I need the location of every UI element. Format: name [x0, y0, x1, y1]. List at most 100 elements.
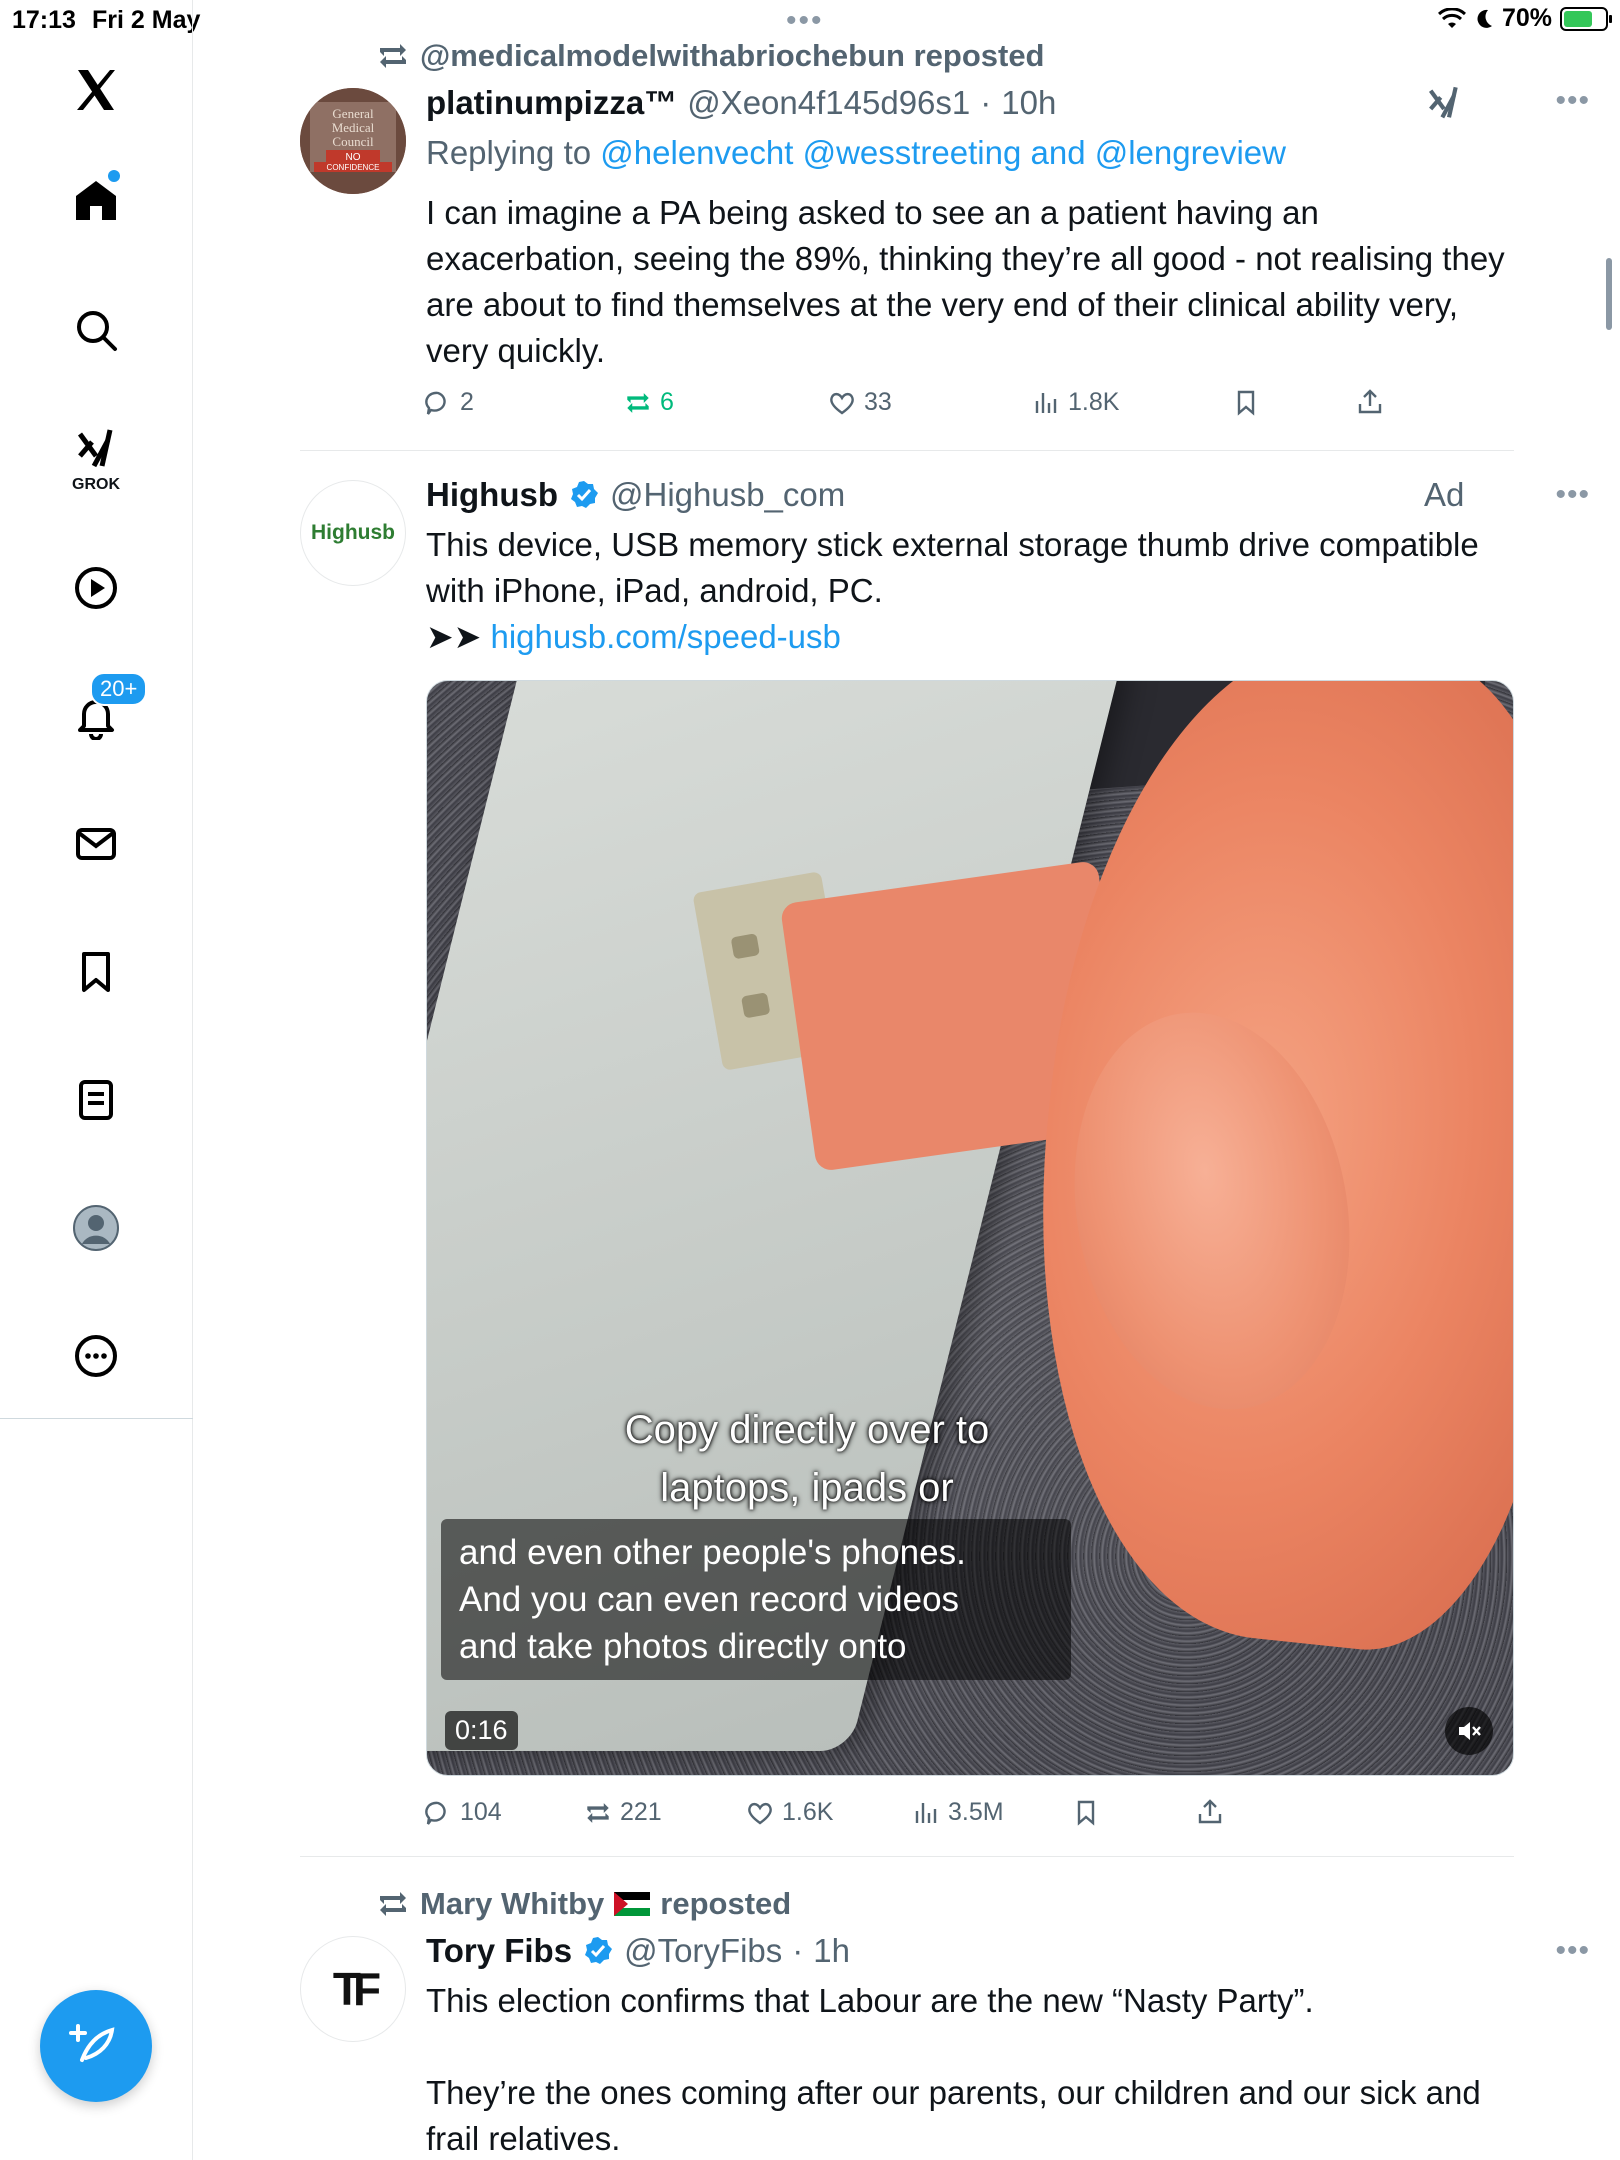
views-button[interactable]: 3.5M [912, 1798, 1004, 1827]
tweet-text-main: This device, USB memory stick external s… [426, 526, 1479, 609]
replying-prefix: Replying to [426, 134, 592, 171]
sidebar-item-profile[interactable] [52, 1184, 140, 1272]
share-icon [1358, 389, 1382, 414]
repost-icon [627, 392, 649, 413]
notifications-badge: 20+ [90, 672, 148, 706]
author-name[interactable]: Tory Fibs [426, 1932, 572, 1970]
bookmark-icon [82, 952, 110, 992]
ad-link[interactable]: highusb.com/speed-usb [490, 618, 840, 655]
status-bar: 17:13 Fri 2 May ••• 70% [0, 0, 1620, 40]
like-count: 33 [864, 388, 892, 416]
sidebar: GROK 20+ [0, 0, 193, 2160]
muted-speaker-icon [1459, 1722, 1481, 1740]
heart-icon [748, 1802, 772, 1824]
verified-badge-icon [585, 1937, 613, 1964]
repost-icon [380, 44, 406, 68]
scroll-indicator[interactable] [1606, 258, 1612, 330]
sidebar-item-search[interactable] [52, 286, 140, 374]
more-circle-icon [75, 1335, 117, 1377]
sidebar-item-video[interactable] [52, 544, 140, 632]
view-count: 3.5M [948, 1798, 1004, 1826]
reply-count: 2 [460, 388, 474, 416]
compose-button[interactable] [40, 1990, 152, 2102]
tweet-time[interactable]: 1h [813, 1932, 850, 1970]
svg-text:NO: NO [346, 152, 361, 163]
heart-icon [830, 392, 854, 414]
sidebar-item-more[interactable] [52, 1312, 140, 1400]
battery-icon [1560, 6, 1612, 31]
tweet-time[interactable]: 10h [1001, 84, 1056, 122]
repost-by[interactable]: @medicalmodelwithabriochebun reposted [420, 38, 1045, 74]
avatar-icon [73, 1205, 119, 1251]
svg-text:Council: Council [332, 134, 374, 149]
sidebar-item-messages[interactable] [52, 800, 140, 888]
list-icon [79, 1080, 113, 1120]
repost-button[interactable]: 6 [624, 388, 674, 417]
home-icon [76, 181, 116, 220]
repost-icon [587, 1802, 609, 1823]
like-button[interactable]: 33 [828, 388, 892, 417]
bookmark-button[interactable] [1072, 1798, 1100, 1826]
bookmark-icon [1077, 1800, 1095, 1826]
avatar[interactable]: General Medical Council NO CONFIDENCE [300, 88, 406, 194]
sidebar-item-bookmarks[interactable] [52, 928, 140, 1016]
like-button[interactable]: 1.6K [746, 1798, 833, 1827]
views-button[interactable]: 1.8K [1032, 388, 1119, 417]
repost-button[interactable]: 221 [584, 1798, 662, 1827]
bookmark-button[interactable] [1232, 388, 1260, 416]
author-handle[interactable]: @Xeon4f145d96s1 [687, 84, 970, 122]
svg-text:Medical: Medical [332, 120, 375, 135]
reply-count: 104 [460, 1798, 502, 1826]
author-name[interactable]: platinumpizza™ [426, 84, 677, 122]
author-handle[interactable]: @ToryFibs [624, 1932, 782, 1970]
tweet-text: This election confirms that Labour are t… [426, 1978, 1516, 2160]
tweet-text: This device, USB memory stick external s… [426, 522, 1516, 660]
video-duration: 0:16 [445, 1711, 518, 1750]
tweet-separator [300, 1856, 1514, 1857]
more-options-icon[interactable]: ••• [1555, 84, 1590, 118]
do-not-disturb-moon-icon [1477, 9, 1492, 28]
sidebar-item-notifications[interactable]: 20+ [52, 672, 148, 760]
repost-icon [380, 1892, 406, 1916]
caption-line: laptops, ipads or [660, 1466, 954, 1510]
tweet-header: Highusb @Highusb_com [426, 476, 845, 514]
compose-icon [69, 2024, 115, 2062]
avatar-text: TF [332, 1963, 381, 2015]
bookmark-icon [1237, 390, 1255, 416]
ad-label: Ad [1424, 476, 1465, 513]
repost-count: 221 [620, 1798, 662, 1826]
separator-dot: · [980, 84, 992, 121]
tweet-actions: 104 221 1.6K 3.5M [424, 1798, 1424, 1838]
views-chart-icon [1035, 392, 1057, 413]
replying-mentions[interactable]: @helenvecht @wesstreeting and @lengrevie… [600, 134, 1286, 171]
avatar-text: Highusb [311, 521, 395, 544]
video-player[interactable]: Copy directly over to laptops, ipads or … [426, 680, 1514, 1776]
reply-button[interactable]: 2 [424, 388, 474, 417]
status-right: 70% [1437, 4, 1612, 33]
share-button[interactable] [1356, 388, 1384, 416]
more-options-icon[interactable]: ••• [1555, 478, 1590, 512]
svg-text:CONFIDENCE: CONFIDENCE [327, 163, 380, 172]
author-name[interactable]: Highusb [426, 476, 558, 514]
share-button[interactable] [1196, 1798, 1224, 1826]
repost-by[interactable]: Mary Whitby [420, 1886, 604, 1922]
author-handle[interactable]: @Highusb_com [610, 476, 845, 514]
avatar[interactable]: TF [300, 1936, 406, 2042]
repost-suffix: reposted [660, 1886, 792, 1921]
sidebar-item-home[interactable] [52, 156, 140, 244]
grok-icon [77, 429, 113, 468]
tweet-header: Tory Fibs @ToryFibs · 1h [426, 1932, 850, 1970]
caption-line: Copy directly over to [624, 1408, 990, 1452]
more-options-icon[interactable]: ••• [1555, 1934, 1590, 1968]
sidebar-item-lists[interactable] [52, 1056, 140, 1144]
multitasking-dots[interactable]: ••• [786, 4, 824, 38]
grok-explain-icon[interactable] [1424, 84, 1464, 124]
mute-button[interactable] [1445, 1707, 1493, 1755]
share-icon [1198, 1799, 1222, 1824]
sidebar-divider [0, 1418, 193, 1419]
reply-button[interactable]: 104 [424, 1798, 502, 1827]
avatar[interactable]: Highusb [300, 480, 406, 586]
separator-dot: · [792, 1932, 804, 1969]
x-logo-icon[interactable] [52, 46, 140, 134]
subtitle-line: and even other people's phones. [459, 1533, 966, 1572]
